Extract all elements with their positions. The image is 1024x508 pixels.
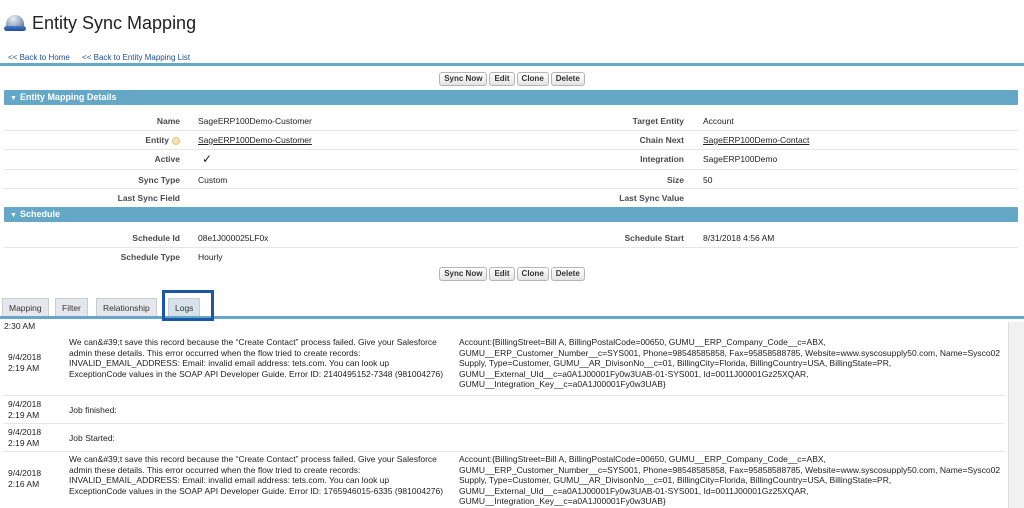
name-label: Name: [156, 116, 180, 126]
size-value: 50: [703, 175, 713, 185]
sync-type-label: Sync Type: [138, 175, 180, 185]
edit-button[interactable]: Edit: [489, 267, 515, 281]
schedule-start-label: Schedule Start: [624, 233, 684, 243]
log-date-time: 2:19 AM: [8, 438, 40, 448]
log-row: 9/4/2018 2:19 AM Job Started:: [4, 424, 1004, 452]
delete-button[interactable]: Delete: [550, 267, 585, 281]
integration-label: Integration: [640, 154, 684, 164]
back-to-mapping-list-link[interactable]: << Back to Entity Mapping List: [82, 53, 190, 62]
log-date-day: 9/4/2018: [8, 352, 42, 362]
log-row: 9/4/2018 2:19 AM We can&#39;t save this r…: [4, 332, 1004, 396]
bottom-button-bar: Sync Now Edit Clone Delete: [0, 267, 1024, 281]
logs-table: 2:30 AM 9/4/2018 2:19 AM We can&#39;t sav…: [0, 322, 1024, 508]
size-label: Size: [666, 175, 684, 185]
target-entity-label: Target Entity: [632, 116, 684, 126]
log-message: We can&#39;t save this record because th…: [69, 337, 444, 379]
row-divider: [4, 188, 1018, 189]
active-label: Active: [154, 154, 180, 164]
log-message: Job finished:: [69, 405, 117, 415]
log-message: Job Started:: [69, 433, 115, 443]
last-sync-value-label: Last Sync Value: [619, 193, 684, 203]
chain-next-link[interactable]: SageERP100Demo-Contact: [703, 135, 809, 145]
log-time-partial: 2:30 AM: [4, 322, 36, 331]
log-date-day: 9/4/2018: [8, 399, 42, 409]
row-divider: [4, 149, 1018, 150]
sync-type-value: Custom: [198, 175, 228, 185]
target-entity-value: Account: [703, 116, 734, 126]
back-to-home-link[interactable]: << Back to Home: [8, 53, 70, 62]
breadcrumb: << Back to Home << Back to Entity Mappin…: [8, 53, 200, 62]
edit-button[interactable]: Edit: [489, 72, 515, 86]
sync-now-button[interactable]: Sync Now: [439, 267, 488, 281]
entity-label: Entity: [10, 135, 180, 145]
schedule-id-value: 08e1J000025LF0x: [198, 233, 269, 243]
schedule-id-label: Schedule Id: [132, 233, 180, 243]
top-button-bar: Sync Now Edit Clone Delete: [0, 72, 1024, 86]
help-icon[interactable]: [172, 136, 180, 145]
collapse-triangle-icon: ▼: [10, 212, 17, 219]
log-row: 9/4/2018 2:19 AM Job finished:: [4, 396, 1004, 424]
name-value: SageERP100Demo-Customer: [198, 116, 312, 126]
entity-label-text: Entity: [145, 135, 169, 145]
page-header: Entity Sync Mapping: [4, 10, 196, 36]
clone-button[interactable]: Clone: [516, 267, 549, 281]
page-title: Entity Sync Mapping: [32, 12, 197, 33]
section-header-schedule[interactable]: ▼ Schedule: [4, 207, 1018, 222]
log-date-time: 2:19 AM: [8, 410, 40, 420]
page-divider: [0, 63, 1024, 66]
chain-next-label: Chain Next: [639, 135, 684, 145]
schedule-start-value: 8/31/2018 4:56 AM: [703, 233, 775, 243]
tab-bar: Mapping Filter Relationship Logs: [0, 297, 1024, 319]
log-date-day: 9/4/2018: [8, 427, 42, 437]
section-header-entity-mapping-details[interactable]: ▼ Entity Mapping Details: [4, 90, 1018, 105]
entity-link[interactable]: SageERP100Demo-Customer: [198, 135, 312, 145]
log-date-time: 2:16 AM: [8, 479, 40, 489]
section-title: Entity Mapping Details: [19, 92, 117, 102]
clone-button[interactable]: Clone: [516, 72, 549, 86]
row-divider: [4, 247, 1018, 248]
row-divider: [4, 130, 1018, 131]
last-sync-field-label: Last Sync Field: [117, 193, 180, 203]
schedule-type-value: Hourly: [198, 252, 223, 262]
log-message: We can&#39;t save this record because th…: [69, 454, 444, 496]
integration-value: SageERP100Demo: [703, 154, 778, 164]
logs-tab-highlight: [162, 290, 214, 321]
delete-button[interactable]: Delete: [550, 72, 585, 86]
log-date-day: 9/4/2018: [8, 468, 42, 478]
log-date: 9/4/2018 2:16 AM: [8, 468, 41, 490]
section-title: Schedule: [19, 209, 60, 219]
tab-mapping[interactable]: Mapping: [2, 298, 49, 316]
app-logo-icon: [4, 12, 26, 34]
row-divider: [4, 169, 1018, 170]
collapse-triangle-icon: ▼: [10, 95, 17, 102]
tab-relationship[interactable]: Relationship: [96, 298, 157, 316]
schedule-type-label: Schedule Type: [120, 252, 180, 262]
active-checkmark-icon: ✓: [202, 152, 213, 166]
sync-now-button[interactable]: Sync Now: [439, 72, 488, 86]
log-date: 9/4/2018 2:19 AM: [8, 427, 41, 449]
log-date: 9/4/2018 2:19 AM: [8, 399, 41, 421]
tab-filter[interactable]: Filter: [55, 298, 88, 316]
logs-scrollbar[interactable]: [1008, 322, 1024, 508]
log-row: 9/4/2018 2:16 AM We can&#39;t save this r…: [4, 452, 1004, 508]
log-record-data: Account:{BillingStreet=Bill A, BillingPo…: [459, 454, 1001, 506]
log-date-time: 2:19 AM: [8, 363, 40, 373]
log-date: 9/4/2018 2:19 AM: [8, 352, 41, 374]
log-record-data: Account:{BillingStreet=Bill A, BillingPo…: [459, 337, 1001, 389]
